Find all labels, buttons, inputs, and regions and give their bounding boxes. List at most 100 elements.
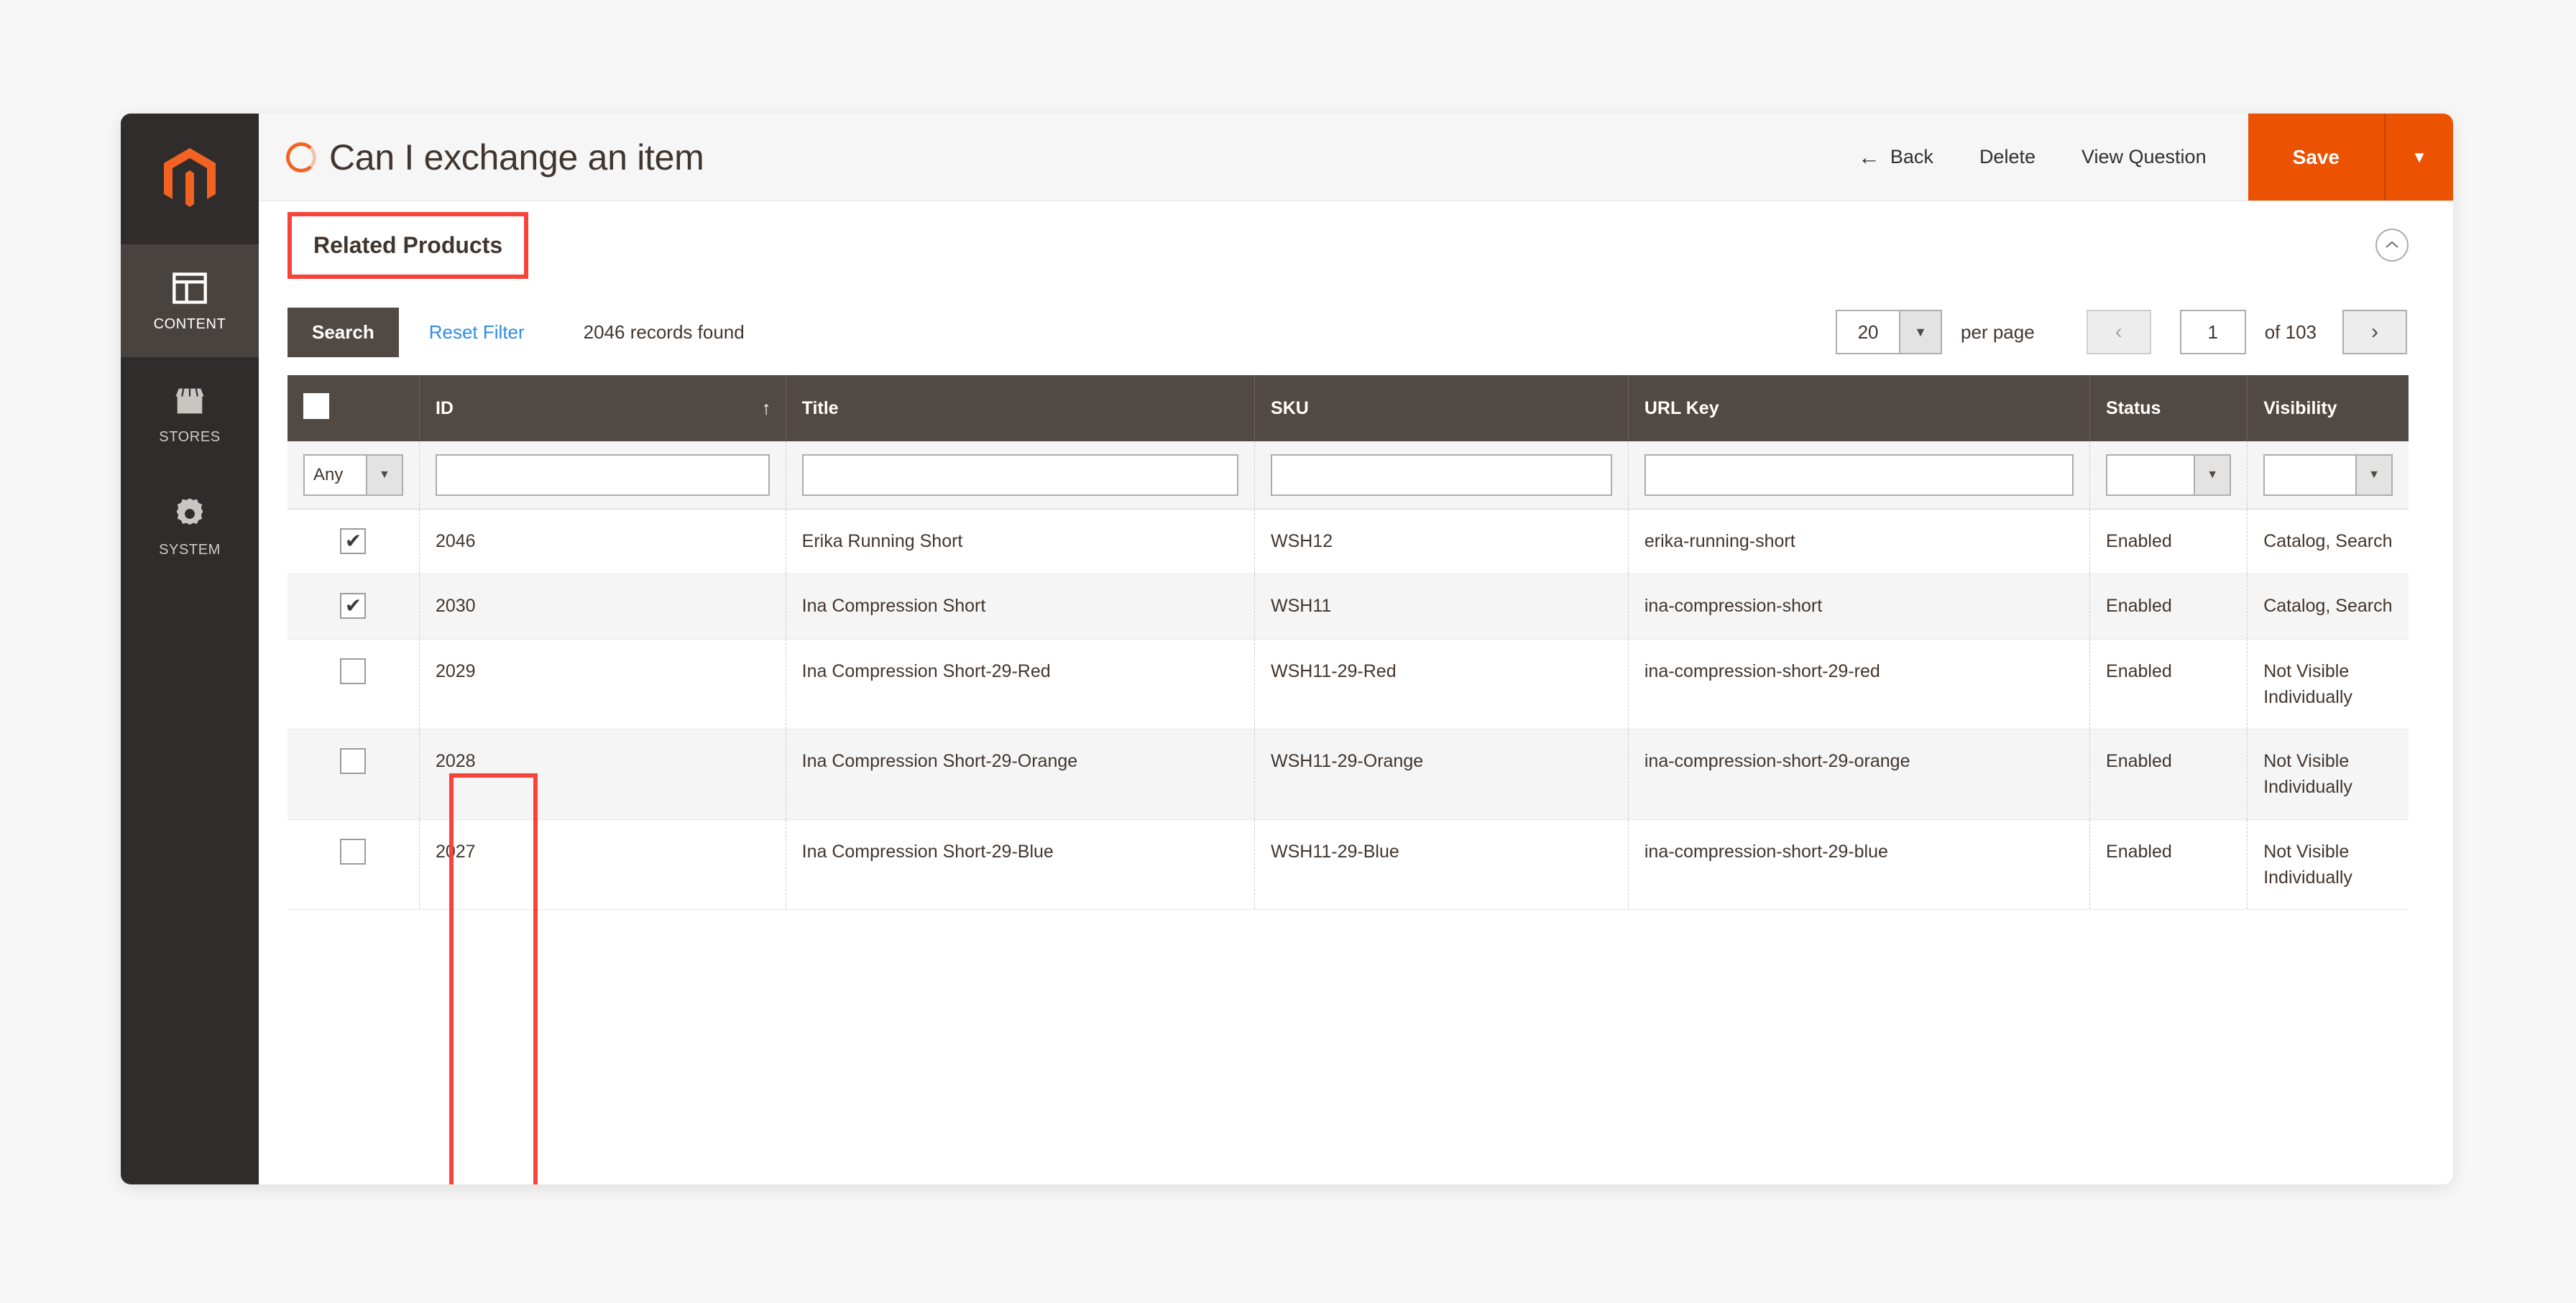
visibility-filter-value <box>2265 456 2355 494</box>
chevron-down-icon: ▼ <box>365 456 402 494</box>
table-row[interactable]: 2028 Ina Compression Short-29-Orange WSH11… <box>288 729 2409 820</box>
cell-title: Ina Compression Short <box>786 574 1256 640</box>
sidebar-item-system[interactable]: SYSTEM <box>121 470 259 583</box>
filter-cell-visibility: ▼ <box>2247 441 2409 510</box>
table-row[interactable]: 2027 Ina Compression Short-29-Blue WSH11-2… <box>288 819 2409 910</box>
visibility-filter-select[interactable]: ▼ <box>2263 454 2393 496</box>
sidebar-item-label: SYSTEM <box>159 541 221 558</box>
sidebar-item-content[interactable]: CONTENT <box>121 244 259 357</box>
id-filter-input[interactable] <box>435 454 770 496</box>
table-row[interactable]: 2046Erika Running ShortWSH12erika-runnin… <box>288 509 2409 575</box>
filter-cell-id <box>419 441 786 510</box>
related-products-table: ID ↑ Title SKU URL Key Status Visibility… <box>288 375 2409 910</box>
status-filter-select[interactable]: ▼ <box>2106 454 2232 496</box>
cell-status: Enabled <box>2089 574 2248 640</box>
sidebar-item-label: STORES <box>159 428 221 445</box>
products-grid-container: ID ↑ Title SKU URL Key Status Visibility… <box>259 375 2453 1184</box>
cell-id: 2029 <box>419 639 786 729</box>
related-products-highlight: Related Products <box>288 211 529 279</box>
filter-cell-url-key <box>1628 441 2091 510</box>
row-select-checkbox[interactable] <box>340 593 367 620</box>
column-header-label: Visibility <box>2263 397 2337 418</box>
filter-cell-title <box>786 441 1256 510</box>
delete-button-label: Delete <box>1979 146 2036 167</box>
chevron-up-icon <box>2386 241 2398 248</box>
column-header-label: URL Key <box>1644 397 1719 418</box>
cell-id: 2027 <box>419 819 786 910</box>
table-header-row: ID ↑ Title SKU URL Key Status Visibility <box>288 375 2409 441</box>
back-button[interactable]: ← Back <box>1835 146 1956 168</box>
cell-visibility: Not Visible Individually <box>2247 639 2409 729</box>
back-button-label: Back <box>1890 146 1933 167</box>
cell-sku: WSH11-29-Red <box>1254 639 1629 729</box>
row-select-checkbox[interactable] <box>340 838 367 865</box>
filter-cell-sku <box>1254 441 1629 510</box>
cell-visibility: Catalog, Search <box>2247 509 2409 575</box>
cell-title: Ina Compression Short-29-Red <box>786 639 1256 729</box>
cell-visibility: Catalog, Search <box>2247 574 2409 640</box>
chevron-down-icon: ▼ <box>2355 456 2391 494</box>
column-header-sku[interactable]: SKU <box>1254 375 1629 441</box>
search-button[interactable]: Search <box>288 307 399 357</box>
column-header-label: Title <box>801 397 839 418</box>
cell-title: Erika Running Short <box>786 509 1256 575</box>
row-select-checkbox[interactable] <box>340 528 367 554</box>
title-filter-input[interactable] <box>801 454 1239 496</box>
cell-url-key: erika-running-short <box>1628 509 2091 575</box>
column-header-visibility[interactable]: Visibility <box>2247 375 2409 441</box>
cell-url-key: ina-compression-short-29-blue <box>1628 819 2091 910</box>
cell-id: 2046 <box>419 509 786 575</box>
cell-visibility: Not Visible Individually <box>2247 819 2409 910</box>
previous-page-button[interactable]: ‹ <box>2086 310 2151 354</box>
cell-visibility: Not Visible Individually <box>2247 729 2409 820</box>
url-key-filter-input[interactable] <box>1644 454 2074 496</box>
per-page-label: per page <box>1961 321 2035 343</box>
section-header: Related Products <box>259 201 2453 289</box>
cell-id: 2028 <box>419 729 786 820</box>
records-found-label: 2046 records found <box>583 321 745 343</box>
select-all-checkbox[interactable] <box>303 392 329 419</box>
header-actions: ← Back Delete View Question Save ▼ <box>1835 114 2453 201</box>
column-header-title[interactable]: Title <box>786 375 1256 441</box>
view-question-button[interactable]: View Question <box>2058 146 2230 168</box>
row-checkbox-cell <box>288 574 420 640</box>
gear-icon <box>176 497 203 525</box>
save-button-group: Save ▼ <box>2248 114 2453 201</box>
chevron-down-icon[interactable]: ▼ <box>1899 311 1941 353</box>
row-checkbox-cell <box>288 509 420 575</box>
table-row[interactable]: 2030Ina Compression ShortWSH11ina-compre… <box>288 574 2409 640</box>
row-select-checkbox[interactable] <box>340 748 367 774</box>
view-question-button-label: View Question <box>2081 146 2207 167</box>
reset-filter-link[interactable]: Reset Filter <box>429 321 525 344</box>
next-page-button[interactable]: › <box>2342 310 2407 354</box>
collapse-section-button[interactable] <box>2375 229 2409 262</box>
sku-filter-input[interactable] <box>1271 454 1612 496</box>
row-select-checkbox[interactable] <box>340 658 367 684</box>
save-dropdown-button[interactable]: ▼ <box>2384 114 2453 201</box>
page-number-input[interactable] <box>2179 310 2246 354</box>
checkbox-filter-select[interactable]: Any ▼ <box>303 454 403 496</box>
per-page-select[interactable]: 20 ▼ <box>1836 310 1943 354</box>
column-header-status[interactable]: Status <box>2089 375 2248 441</box>
total-pages-label: of 103 <box>2264 321 2317 343</box>
per-page-value: 20 <box>1857 321 1879 343</box>
magento-logo[interactable] <box>121 114 259 244</box>
cell-status: Enabled <box>2089 819 2248 910</box>
column-header-checkbox <box>288 375 420 441</box>
cell-sku: WSH11-29-Blue <box>1254 819 1629 910</box>
loading-spinner-icon <box>286 142 316 172</box>
pagination-controls: 20 ▼ per page ‹ of 103 › <box>1836 310 2407 354</box>
table-row[interactable]: 2029 Ina Compression Short-29-Red WSH11-29… <box>288 639 2409 729</box>
column-header-id[interactable]: ID ↑ <box>419 375 786 441</box>
cell-sku: WSH12 <box>1254 509 1629 575</box>
cell-id: 2030 <box>419 574 786 640</box>
sidebar-item-stores[interactable]: STORES <box>121 357 259 470</box>
admin-window: CONTENT STORES SYSTEM Can I exchange an … <box>121 114 2453 1184</box>
status-filter-value <box>2107 456 2194 494</box>
column-header-url-key[interactable]: URL Key <box>1628 375 2091 441</box>
content-layout-icon <box>172 272 207 304</box>
save-button[interactable]: Save <box>2248 114 2384 201</box>
chevron-down-icon: ▼ <box>2411 147 2427 166</box>
cell-sku: WSH11 <box>1254 574 1629 640</box>
delete-button[interactable]: Delete <box>1956 146 2058 168</box>
